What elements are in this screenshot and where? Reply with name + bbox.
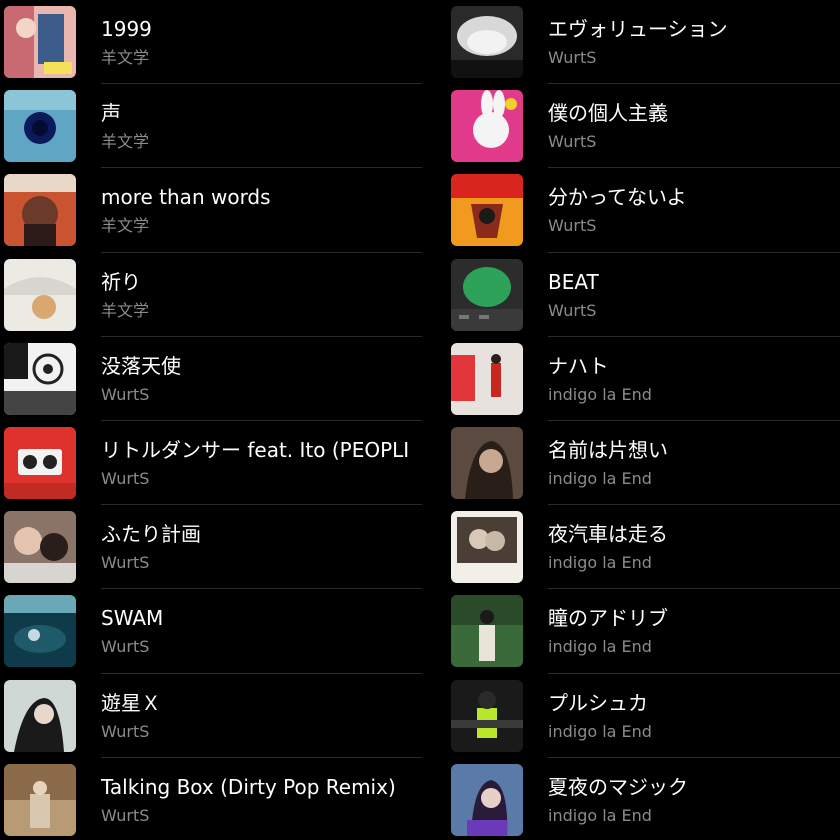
song-title: 名前は片想い — [548, 437, 668, 462]
song-title: 1999 — [101, 17, 152, 41]
song-row[interactable]: more than words 羊文学 — [0, 168, 436, 253]
song-row[interactable]: エヴォリューション WurtS — [447, 0, 840, 85]
song-list-right-column: エヴォリューション WurtS 僕の個人主義 WurtS 分かってないよ Wur… — [447, 0, 840, 840]
song-row[interactable]: 夏夜のマジック indigo la End — [447, 758, 840, 840]
song-row[interactable]: SWAM WurtS — [0, 589, 436, 674]
song-title: 僕の個人主義 — [548, 101, 668, 126]
album-art-yusei-x — [4, 679, 76, 752]
album-art-futari-keikaku — [4, 511, 76, 584]
song-row[interactable]: BEAT WurtS — [447, 253, 840, 337]
song-row[interactable]: 瞳のアドリブ indigo la End — [447, 589, 840, 674]
song-row[interactable]: リトルダンサー feat. Ito (PEOPLI WurtS — [0, 421, 436, 506]
song-title: 声 — [101, 101, 121, 126]
song-row[interactable]: 声 羊文学 — [0, 84, 436, 169]
song-list: 1999 羊文学 声 羊文学 more than words 羊文学 祈り 羊文… — [0, 0, 840, 840]
song-artist: indigo la End — [548, 468, 652, 488]
song-row[interactable]: 僕の個人主義 WurtS — [447, 84, 840, 169]
song-row[interactable]: プルシュカ indigo la End — [447, 674, 840, 758]
song-artist: indigo la End — [548, 721, 652, 741]
album-art-natsuyo-no-magic — [451, 763, 523, 836]
song-row[interactable]: 遊星Ｘ WurtS — [0, 674, 436, 758]
album-art-yogisha — [451, 511, 523, 584]
song-artist: 羊文学 — [101, 132, 150, 152]
album-art-inori — [4, 258, 76, 331]
song-row[interactable]: ナハト indigo la End — [447, 337, 840, 421]
song-artist: indigo la End — [548, 805, 652, 825]
song-artist: WurtS — [101, 553, 150, 573]
song-title: SWAM — [101, 606, 164, 631]
song-row[interactable]: ふたり計画 WurtS — [0, 505, 436, 590]
song-title: ナハト — [548, 353, 609, 378]
song-title: プルシュカ — [548, 690, 648, 715]
song-artist: 羊文学 — [101, 48, 150, 67]
song-row[interactable]: 夜汽車は走る indigo la End — [447, 505, 840, 590]
song-artist: WurtS — [101, 805, 150, 825]
song-row[interactable]: 1999 羊文学 — [0, 0, 436, 85]
song-artist: WurtS — [101, 637, 150, 657]
song-artist: 羊文学 — [101, 216, 150, 236]
song-title: 瞳のアドリブ — [548, 606, 668, 631]
album-art-beat — [451, 258, 523, 331]
album-art-botsuraku-tenshi — [4, 342, 76, 415]
song-row[interactable]: Talking Box (Dirty Pop Remix) WurtS — [0, 758, 436, 840]
song-artist: WurtS — [101, 468, 150, 488]
song-artist: indigo la End — [548, 553, 652, 573]
song-title: 分かってないよ — [548, 185, 687, 210]
song-title: 夜汽車は走る — [548, 522, 668, 547]
album-art-koe — [4, 90, 76, 163]
album-art-more-than-words — [4, 174, 76, 247]
song-artist: 羊文学 — [101, 300, 150, 320]
song-row[interactable]: 没落天使 WurtS — [0, 337, 436, 421]
song-title: リトルダンサー feat. Ito (PEOPLI — [101, 437, 410, 462]
song-artist: indigo la End — [548, 384, 652, 404]
album-art-prushka — [451, 679, 523, 752]
album-art-1999 — [4, 6, 76, 78]
album-art-talking-box — [4, 763, 76, 836]
album-art-evolution — [451, 6, 523, 78]
song-artist: indigo la End — [548, 637, 652, 657]
song-title: エヴォリューション — [548, 17, 728, 41]
song-title: ふたり計画 — [101, 522, 201, 547]
song-artist: WurtS — [548, 132, 597, 152]
song-artist: WurtS — [548, 216, 597, 236]
song-list-left-column: 1999 羊文学 声 羊文学 more than words 羊文学 祈り 羊文… — [0, 0, 436, 840]
song-artist: WurtS — [101, 721, 150, 741]
album-art-hitomi-no-adlib — [451, 595, 523, 668]
song-row[interactable]: 分かってないよ WurtS — [447, 168, 840, 253]
song-row[interactable]: 名前は片想い indigo la End — [447, 421, 840, 506]
song-title: BEAT — [548, 269, 599, 294]
song-title: 夏夜のマジック — [548, 774, 688, 799]
song-title: Talking Box (Dirty Pop Remix) — [101, 774, 396, 799]
song-row[interactable]: 祈り 羊文学 — [0, 253, 436, 337]
song-title: 没落天使 — [101, 353, 181, 378]
song-artist: WurtS — [548, 300, 597, 320]
album-art-nacht — [451, 342, 523, 415]
song-title: 遊星Ｘ — [101, 690, 161, 715]
album-art-namae-wa-kataomoi — [451, 426, 523, 499]
song-artist: WurtS — [548, 48, 597, 67]
song-title: more than words — [101, 185, 271, 210]
album-art-wakattenaiyo — [451, 174, 523, 247]
album-art-little-dancer — [4, 426, 76, 499]
song-title: 祈り — [101, 269, 141, 294]
song-artist: WurtS — [101, 384, 150, 404]
album-art-swam — [4, 595, 76, 668]
album-art-boku-no-kojinshugi — [451, 90, 523, 163]
